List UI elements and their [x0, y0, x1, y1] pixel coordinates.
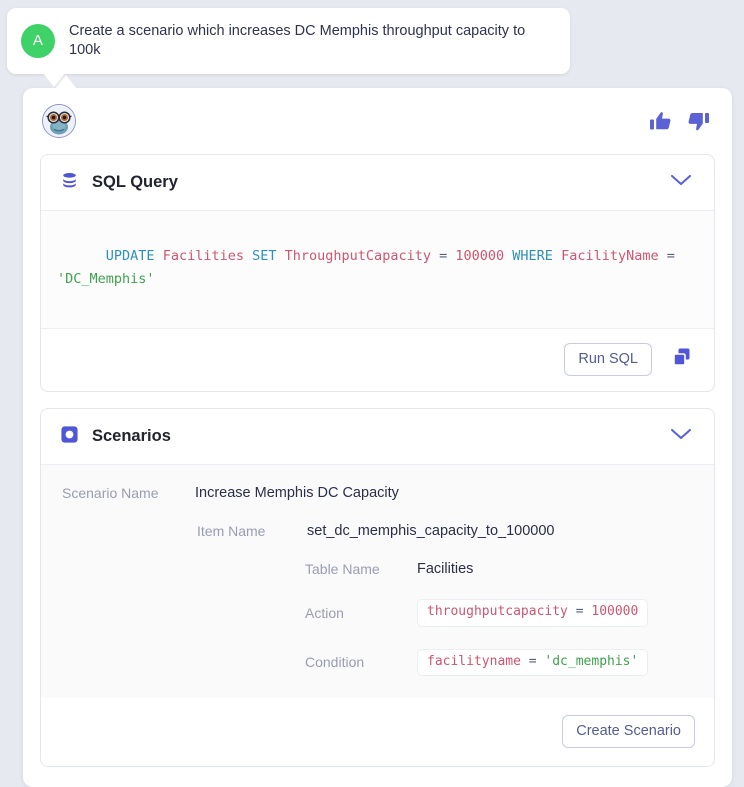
scenario-details: Scenario Name Increase Memphis DC Capaci… [41, 464, 714, 698]
scenario-square-icon [60, 425, 79, 449]
item-name-value: set_dc_memphis_capacity_to_100000 [307, 523, 555, 540]
sql-panel-title: SQL Query [92, 173, 178, 191]
sql-panel-header[interactable]: SQL Query [41, 155, 714, 210]
scenarios-panel-title: Scenarios [92, 427, 171, 446]
scenarios-panel: Scenarios Scenario Name Increase Memphis… [40, 408, 715, 768]
user-message-row: A Create a scenario which increases DC M… [7, 8, 570, 87]
action-label: Action [305, 605, 344, 621]
user-avatar-initial: A [32, 32, 44, 50]
scenario-name-row: Scenario Name Increase Memphis DC Capaci… [59, 485, 696, 501]
sql-query-panel: SQL Query UPDATE Facilities SET Throughp… [40, 154, 715, 393]
condition-value: facilityname = 'dc_memphis' [417, 648, 649, 676]
assistant-response-card: SQL Query UPDATE Facilities SET Throughp… [23, 74, 732, 787]
user-message-text: Create a scenario which increases DC Mem… [69, 23, 526, 58]
condition-row: Condition facilityname = 'dc_memphis' [59, 648, 696, 676]
action-row: Action throughputcapacity = 100000 [59, 599, 696, 627]
condition-label: Condition [305, 654, 365, 671]
create-scenario-button[interactable]: Create Scenario [562, 714, 695, 749]
scenario-action-bar: Create Scenario [41, 697, 714, 767]
user-avatar: A [21, 23, 55, 58]
assistant-card-header [40, 104, 715, 138]
run-sql-button[interactable]: Run SQL [564, 342, 652, 377]
chevron-down-icon[interactable] [666, 424, 696, 449]
user-message-bubble: A Create a scenario which increases DC M… [7, 8, 570, 87]
scenario-name-label: Scenario Name [62, 485, 159, 502]
table-name-value: Facilities [417, 561, 474, 578]
sql-panel-title-group: SQL Query [60, 171, 178, 195]
sql-action-bar: Run SQL [41, 329, 714, 391]
copy-icon[interactable] [669, 344, 695, 375]
feedback-controls [649, 104, 710, 138]
database-icon [60, 171, 79, 195]
scenario-name-value: Increase Memphis DC Capacity [195, 485, 399, 502]
action-value: throughputcapacity = 100000 [417, 599, 649, 627]
bot-frog-glasses-avatar [42, 104, 76, 138]
thumbs-down-icon[interactable] [686, 110, 710, 138]
item-name-row: Item Name set_dc_memphis_capacity_to_100… [59, 523, 696, 539]
scenarios-panel-header[interactable]: Scenarios [41, 409, 714, 464]
thumbs-up-icon[interactable] [649, 110, 673, 138]
scenarios-panel-title-group: Scenarios [60, 425, 171, 449]
sql-code-text: UPDATE Facilities SET ThroughputCapacity… [57, 248, 683, 288]
table-name-row: Table Name Facilities [59, 561, 696, 577]
item-name-label: Item Name [197, 523, 266, 540]
sql-code-block: UPDATE Facilities SET ThroughputCapacity… [41, 210, 714, 329]
chevron-down-icon[interactable] [666, 170, 696, 195]
table-name-label: Table Name [305, 561, 380, 578]
